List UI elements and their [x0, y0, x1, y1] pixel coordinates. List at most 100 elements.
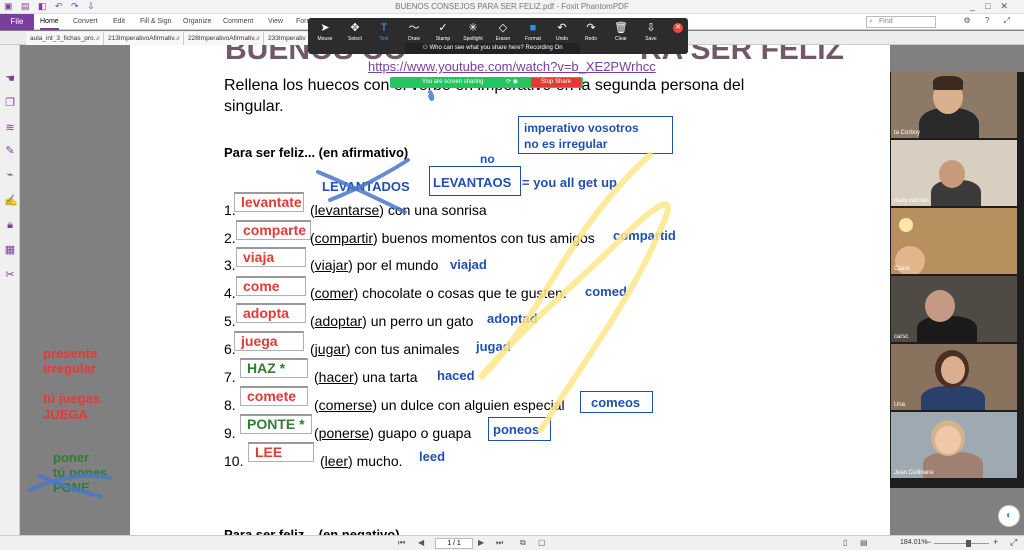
close-icon[interactable]: ×: [176, 32, 180, 45]
pages-icon[interactable]: ❐: [4, 97, 16, 109]
view-mode-icon[interactable]: ▢: [538, 538, 546, 547]
form-icon[interactable]: ▦: [4, 244, 16, 256]
lock-icon[interactable]: 🔒︎: [4, 219, 16, 231]
tab-organize[interactable]: Organize: [183, 14, 211, 30]
fullscreen-icon[interactable]: ⤢: [1010, 537, 1017, 548]
attachment-icon[interactable]: ⌁: [4, 169, 16, 181]
note-vosotros: haced: [437, 368, 475, 383]
signature-icon[interactable]: ✍: [4, 195, 18, 207]
screen-share-bar: You are screen sharing ⟳ ◉ Stop Share: [390, 77, 583, 88]
youtube-link[interactable]: https://www.youtube.com/watch?v=b_XE2PWr…: [368, 59, 656, 74]
tool-text[interactable]: T Text: [369, 22, 399, 42]
tool-redo[interactable]: ↷ Redo: [576, 22, 606, 42]
hand-tool-icon[interactable]: ☚: [4, 73, 16, 85]
tab-comment[interactable]: Comment: [223, 14, 253, 30]
doc-tab-4[interactable]: 233Imperativ: [264, 32, 310, 45]
ribbon-right-icons[interactable]: ⚙ ? ⤢: [964, 16, 1016, 26]
tools-icon[interactable]: ✂: [4, 269, 16, 281]
fit-page-icon[interactable]: ⧉: [520, 538, 526, 548]
close-icon[interactable]: ×: [96, 32, 100, 45]
tool-save[interactable]: ⇩ Save: [636, 22, 666, 42]
answer-field[interactable]: LEE: [248, 442, 314, 462]
zoom-slider-handle[interactable]: [966, 540, 971, 547]
pdf-page[interactable]: BUENOS CO RA SER FELIZ https://www.youtu…: [130, 45, 890, 535]
find-input[interactable]: ⌕ Find: [866, 16, 936, 28]
tab-fill-sign[interactable]: Fill & Sign: [140, 14, 172, 30]
participant-name: carsc: [894, 334, 909, 340]
tool-clear[interactable]: 🗑︎ Clear: [606, 22, 636, 42]
answer-field[interactable]: HAZ *: [240, 358, 308, 378]
zoom-out-button[interactable]: −: [926, 537, 931, 547]
zoom-chat-button[interactable]: ◐: [998, 505, 1020, 527]
eraser-icon: ◇: [498, 22, 508, 34]
instruction-line-2: singular.: [224, 98, 284, 115]
first-page-icon[interactable]: ⏮: [398, 538, 405, 548]
note-presente: presente: [43, 346, 98, 361]
share-status-icons[interactable]: ⟳ ◉: [506, 77, 518, 88]
note-vosotros: viajad: [450, 257, 487, 272]
video-tile[interactable]: Jean Cullinane: [891, 412, 1017, 478]
tab-home[interactable]: Home: [40, 14, 59, 30]
doc-tab-1[interactable]: aula_int_3_fichas_pro... ×: [26, 32, 104, 45]
save-icon: ⇩: [646, 22, 656, 34]
participant-name: Claire: [894, 266, 910, 272]
tool-draw[interactable]: 〜 Draw: [399, 22, 429, 42]
tool-format[interactable]: ■ Format: [518, 22, 548, 42]
note-vosotros: jugad: [476, 339, 511, 354]
answer-field[interactable]: adopta: [236, 303, 306, 323]
undo-icon: ↶: [557, 22, 567, 34]
recording-notice[interactable]: ⚇ Who can see what you share here? Recor…: [405, 43, 580, 54]
tool-mouse[interactable]: ➤ Mouse: [310, 22, 340, 42]
tab-convert[interactable]: Convert: [73, 14, 98, 30]
answer-field[interactable]: comparte: [236, 220, 311, 240]
video-tile[interactable]: Claire: [891, 208, 1017, 274]
zoom-in-button[interactable]: +: [993, 537, 998, 547]
video-tile[interactable]: Una: [891, 344, 1017, 410]
tool-eraser[interactable]: ◇ Eraser: [488, 22, 518, 42]
note-you-all: = you all get up: [522, 175, 617, 190]
next-page-icon[interactable]: ▶: [478, 538, 484, 547]
doc-tab-2[interactable]: 213ImperativoAfirmativ... ×: [104, 32, 184, 45]
note-vosotros: leed: [419, 449, 446, 464]
select-icon: ✥: [350, 22, 360, 34]
sharing-text: You are screen sharing: [422, 79, 484, 85]
answer-field[interactable]: comete: [240, 386, 308, 406]
single-page-icon[interactable]: ▯: [843, 538, 847, 547]
window-controls[interactable]: _□✕: [970, 1, 1018, 12]
format-icon: ■: [529, 22, 537, 34]
tool-spotlight[interactable]: ✳ Spotlight: [458, 22, 488, 42]
prev-page-icon[interactable]: ◀: [418, 538, 424, 547]
last-page-icon[interactable]: ⏭: [496, 538, 503, 548]
video-tile[interactable]: mary carolan: [891, 140, 1017, 206]
zoom-level[interactable]: 184.01%: [900, 539, 928, 546]
answer-field[interactable]: levantate: [234, 192, 304, 212]
video-tile[interactable]: carsc: [891, 276, 1017, 342]
close-toolbar-button[interactable]: ✕: [673, 23, 683, 33]
close-icon[interactable]: ×: [256, 32, 260, 45]
stop-share-button[interactable]: Stop Share: [531, 78, 581, 87]
text-icon: T: [380, 22, 388, 34]
tool-undo[interactable]: ↶ Undo: [547, 22, 577, 42]
mouse-icon: ➤: [320, 22, 330, 34]
layers-icon[interactable]: ≋: [4, 122, 16, 134]
tab-edit[interactable]: Edit: [113, 14, 125, 30]
note-pone: PONE: [53, 480, 90, 495]
tab-view[interactable]: View: [268, 14, 283, 30]
file-menu-button[interactable]: File: [0, 14, 34, 30]
zoom-slider[interactable]: [934, 543, 989, 544]
doc-tab-3[interactable]: 228ImperativoAfirmativ... ×: [184, 32, 264, 45]
answer-field[interactable]: juega: [234, 331, 304, 351]
comments-icon[interactable]: ✎: [4, 145, 16, 157]
page-number-input[interactable]: 1 / 1: [435, 538, 473, 549]
answer-field[interactable]: viaja: [236, 247, 306, 267]
answer-field[interactable]: come: [236, 276, 306, 296]
continuous-page-icon[interactable]: ▤: [860, 538, 868, 547]
levantaos-box: LEVANTAOS: [429, 166, 521, 196]
search-icon: ⌕: [869, 18, 873, 25]
left-sidebar: ☚ ❐ ≋ ✎ ⌁ ✍ 🔒︎ ▦ ✂: [0, 45, 20, 535]
tool-select[interactable]: ✥ Select: [340, 22, 370, 42]
note-no: no: [480, 152, 495, 166]
tool-stamp[interactable]: ✓ Stamp: [428, 22, 458, 42]
video-tile[interactable]: ta Corboy: [891, 72, 1017, 138]
answer-field[interactable]: PONTE *: [240, 414, 312, 434]
